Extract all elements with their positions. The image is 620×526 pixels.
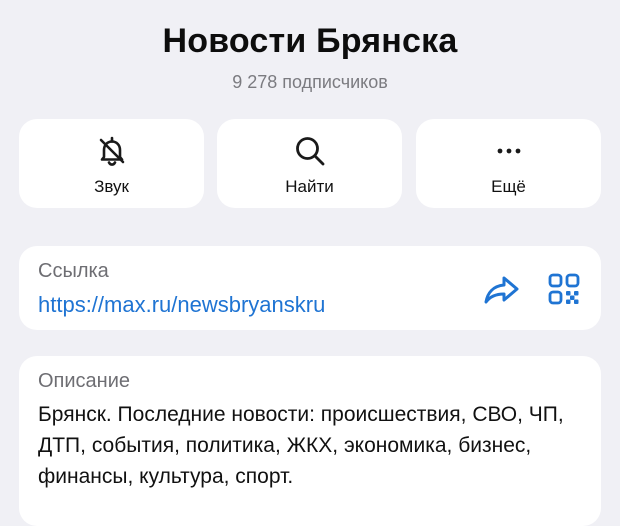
more-icon [491, 133, 527, 169]
description-card: Описание Брянск. Последние новости: прои… [19, 356, 601, 526]
share-icon[interactable] [483, 274, 521, 306]
more-button[interactable]: Ещё [416, 119, 601, 208]
description-text: Брянск. Последние новости: происшествия,… [38, 403, 564, 488]
sound-label: Звук [94, 177, 129, 196]
channel-link[interactable]: https://max.ru/newsbryanskru [38, 292, 325, 318]
channel-title: Новости Брянска [162, 22, 458, 60]
link-card: Ссылка https://max.ru/newsbryanskru [19, 246, 601, 330]
bell-off-icon [94, 133, 130, 169]
search-button[interactable]: Найти [217, 119, 402, 208]
description-label: Описание [38, 370, 131, 392]
search-icon [292, 133, 328, 169]
link-label: Ссылка [38, 260, 109, 282]
subscriber-count: 9 278 подписчиков [232, 72, 388, 92]
more-label: Ещё [491, 177, 526, 196]
sound-button[interactable]: Звук [19, 119, 204, 208]
qr-code-icon[interactable] [547, 272, 581, 306]
search-label: Найти [285, 177, 334, 196]
